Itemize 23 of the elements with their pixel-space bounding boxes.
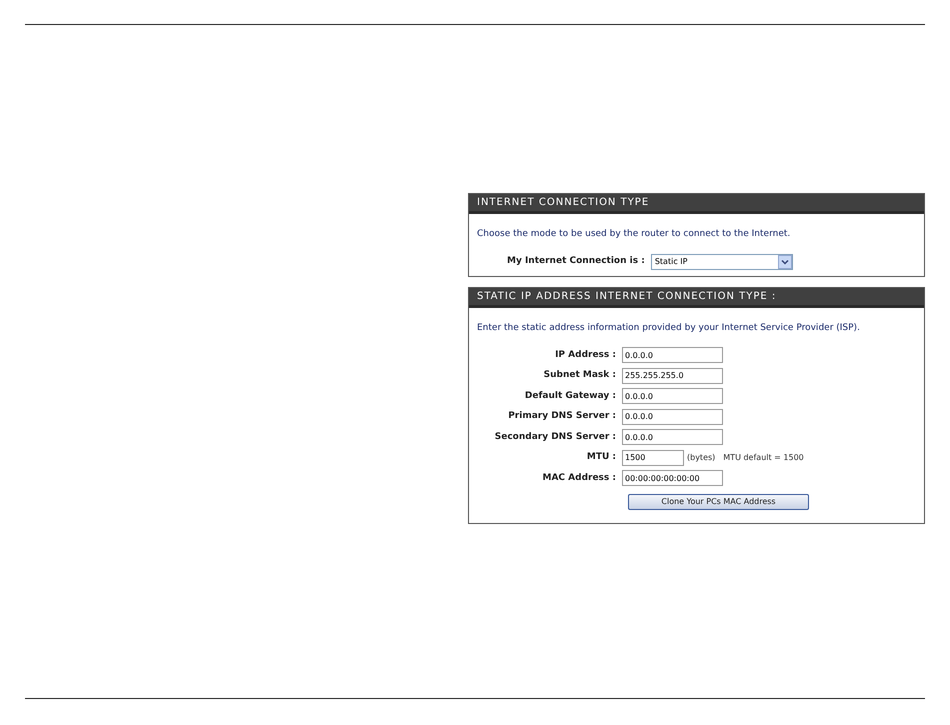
- field-label: MTU :: [586, 451, 617, 464]
- field-label: Default Gateway :: [524, 390, 617, 402]
- text-input[interactable]: 00:00:00:00:00:00: [622, 470, 723, 486]
- unit-text: (bytes): [687, 452, 716, 464]
- clone-mac-button[interactable]: Clone Your PCs MAC Address: [628, 494, 809, 510]
- field-label: Subnet Mask :: [542, 369, 617, 382]
- field-label: MAC Address :: [542, 472, 617, 484]
- section-header: STATIC IP ADDRESS INTERNET CONNECTION TYPE :: [469, 288, 924, 308]
- field-label: Secondary DNS Server :: [494, 430, 617, 444]
- default-note: MTU default = 1500: [723, 452, 804, 464]
- text-input[interactable]: 0.0.0.0: [622, 408, 723, 425]
- field-label: My Internet Connection is :: [507, 254, 645, 268]
- text-input[interactable]: 1500: [622, 450, 684, 466]
- section-header: INTERNET CONNECTION TYPE: [469, 194, 924, 214]
- intro-text: Choose the mode to be used by the router to connect to the Internet.: [477, 228, 792, 241]
- connection-select[interactable]: Static IP: [650, 254, 793, 270]
- field-label: IP Address :: [554, 348, 617, 362]
- intro-text: Enter the static address information provided by your Internet Service Provider (ISP).: [477, 322, 861, 334]
- text-input[interactable]: 0.0.0.0: [622, 429, 723, 446]
- text-input[interactable]: 0.0.0.0: [622, 347, 723, 364]
- text-input[interactable]: 0.0.0.0: [622, 388, 723, 404]
- text-input[interactable]: 255.255.255.0: [622, 368, 723, 384]
- field-label: Primary DNS Server :: [507, 410, 617, 423]
